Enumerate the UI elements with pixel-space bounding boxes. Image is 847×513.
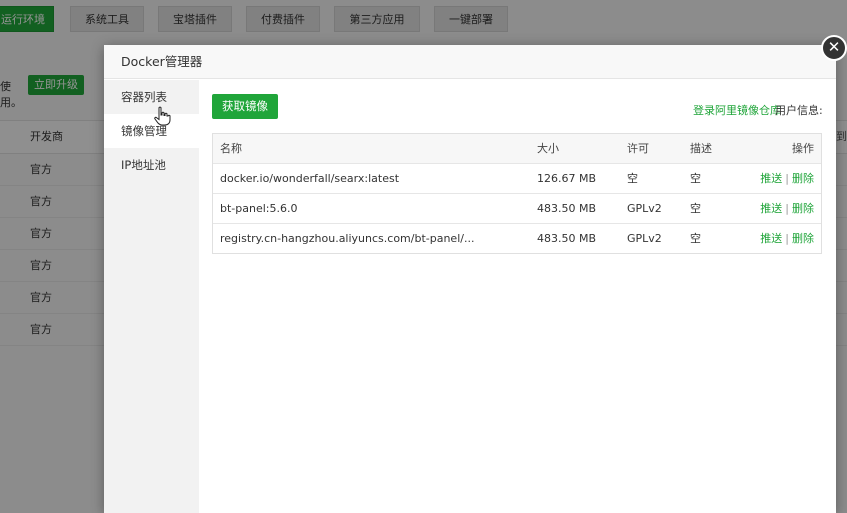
image-description: 空 [690,232,701,245]
action-separator: | [785,202,789,215]
image-name: registry.cn-hangzhou.aliyuncs.com/bt-pan… [220,232,475,245]
table-row: bt-panel:5.6.0 483.50 MB GPLv2 空 推送 | 删除 [213,194,821,224]
push-link[interactable]: 推送 [760,202,782,215]
sidebar-item-images[interactable]: 镜像管理 [104,114,199,148]
image-description: 空 [690,202,701,215]
image-license: 空 [627,172,638,185]
image-size: 483.50 MB [537,232,597,245]
image-actions: 推送 | 删除 [760,194,814,223]
user-info-label: 用户信息: [775,104,823,117]
image-management-panel: 获取镜像 登录阿里镜像仓库 用户信息: 名称 大小 许可 描述 操作 docke… [199,80,836,513]
column-header-size: 大小 [537,142,559,155]
image-size: 483.50 MB [537,202,597,215]
image-table: 名称 大小 许可 描述 操作 docker.io/wonderfall/sear… [212,133,822,254]
close-icon[interactable]: ✕ [821,35,847,61]
image-size: 126.67 MB [537,172,597,185]
column-header-description: 描述 [690,142,712,155]
delete-link[interactable]: 删除 [792,172,814,185]
image-name: docker.io/wonderfall/searx:latest [220,172,400,185]
aliyun-registry-login-link[interactable]: 登录阿里镜像仓库 [693,102,781,118]
push-link[interactable]: 推送 [760,172,782,185]
table-row: registry.cn-hangzhou.aliyuncs.com/bt-pan… [213,224,821,253]
fetch-image-button[interactable]: 获取镜像 [212,94,278,119]
action-separator: | [785,232,789,245]
sidebar-item-ip-pool[interactable]: IP地址池 [104,148,199,182]
hand-cursor-icon [154,106,171,126]
delete-link[interactable]: 删除 [792,232,814,245]
delete-link[interactable]: 删除 [792,202,814,215]
image-table-header: 名称 大小 许可 描述 操作 [213,134,821,164]
dialog-sidebar: 容器列表 镜像管理 IP地址池 [104,80,199,513]
image-name: bt-panel:5.6.0 [220,202,298,215]
push-link[interactable]: 推送 [760,232,782,245]
column-header-license: 许可 [627,142,649,155]
image-actions: 推送 | 删除 [760,164,814,193]
action-separator: | [785,172,789,185]
docker-manager-dialog: Docker管理器 容器列表 镜像管理 IP地址池 获取镜像 登录阿里镜像仓库 … [104,45,836,513]
column-header-name: 名称 [220,142,242,155]
sidebar-item-containers[interactable]: 容器列表 [104,80,199,114]
image-license: GPLv2 [627,232,662,245]
table-row: docker.io/wonderfall/searx:latest 126.67… [213,164,821,194]
column-header-actions: 操作 [792,142,814,155]
image-actions: 推送 | 删除 [760,224,814,253]
image-description: 空 [690,172,701,185]
image-license: GPLv2 [627,202,662,215]
dialog-title: Docker管理器 [104,45,836,79]
